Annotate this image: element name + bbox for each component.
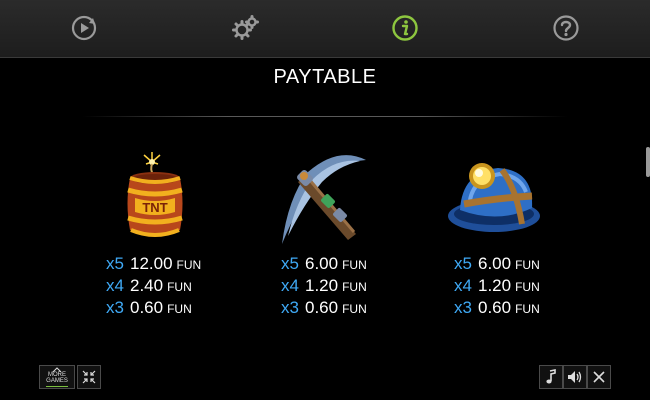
speaker-icon [568,371,582,383]
payout-amount: 6.00 [305,254,339,273]
pickaxe-paytable: x5 6.00 FUN x4 1.20 FUN x3 0.60 FUN [281,253,421,319]
music-note-icon [546,369,556,384]
tnt-barrel-icon: TNT [127,152,183,237]
multiplier: x3 [281,298,299,317]
music-toggle-button[interactable] [539,365,563,389]
multiplier: x3 [454,298,472,317]
payout-amount: 0.60 [478,298,512,317]
page-title: PAYTABLE [273,66,377,88]
currency: FUN [515,258,540,272]
help-icon [553,15,579,41]
fullscreen-button[interactable] [77,365,101,389]
multiplier: x3 [106,298,124,317]
close-button[interactable] [587,365,611,389]
pay-row: x3 0.60 FUN [454,297,594,319]
tnt-barrel-symbol: TNT [100,148,210,248]
settings-icon [232,15,259,40]
helmet-paytable: x5 6.00 FUN x4 1.20 FUN x3 0.60 FUN [454,253,594,319]
payout-amount: 0.60 [305,298,339,317]
currency: FUN [515,302,540,316]
title-divider [82,116,568,117]
more-games-button[interactable]: MORE GAMES [39,365,75,389]
multiplier: x4 [454,276,472,295]
multiplier: x5 [106,254,124,273]
pay-row: x4 1.20 FUN [281,275,421,297]
pickaxe-icon [282,155,366,244]
replay-button[interactable] [67,11,101,45]
more-games-label-line2: GAMES [46,378,68,384]
payout-amount: 0.60 [130,298,164,317]
miner-helmet-symbol [442,148,552,248]
pay-row: x5 6.00 FUN [281,253,421,275]
currency: FUN [167,280,192,294]
pay-row: x5 12.00 FUN [106,253,246,275]
replay-icon [71,15,97,41]
currency: FUN [342,302,367,316]
miner-helmet-icon [448,163,540,232]
collapse-arrows-icon [82,370,96,384]
pay-row: x4 1.20 FUN [454,275,594,297]
currency: FUN [167,302,192,316]
multiplier: x5 [281,254,299,273]
pay-row: x5 6.00 FUN [454,253,594,275]
multiplier: x4 [281,276,299,295]
help-button[interactable] [549,11,583,45]
payout-amount: 2.40 [130,276,164,295]
info-button[interactable] [388,11,422,45]
info-icon [392,15,418,41]
multiplier: x4 [106,276,124,295]
tnt-paytable: x5 12.00 FUN x4 2.40 FUN x3 0.60 FUN [106,253,246,319]
settings-button[interactable] [228,11,262,45]
payout-amount: 1.20 [478,276,512,295]
close-icon [593,371,605,383]
sound-toggle-button[interactable] [563,365,587,389]
top-nav-bar [0,0,650,58]
tnt-label: TNT [142,200,167,215]
pay-row: x3 0.60 FUN [106,297,246,319]
currency: FUN [176,258,202,272]
multiplier: x5 [454,254,472,273]
pay-row: x3 0.60 FUN [281,297,421,319]
payout-amount: 1.20 [305,276,339,295]
pickaxe-symbol [268,148,378,248]
more-games-underline [46,386,68,387]
payout-amount: 12.00 [130,254,173,273]
scrollbar-thumb[interactable] [646,147,650,177]
currency: FUN [515,280,540,294]
currency: FUN [342,280,367,294]
payout-amount: 6.00 [478,254,512,273]
pay-row: x4 2.40 FUN [106,275,246,297]
currency: FUN [342,258,367,272]
